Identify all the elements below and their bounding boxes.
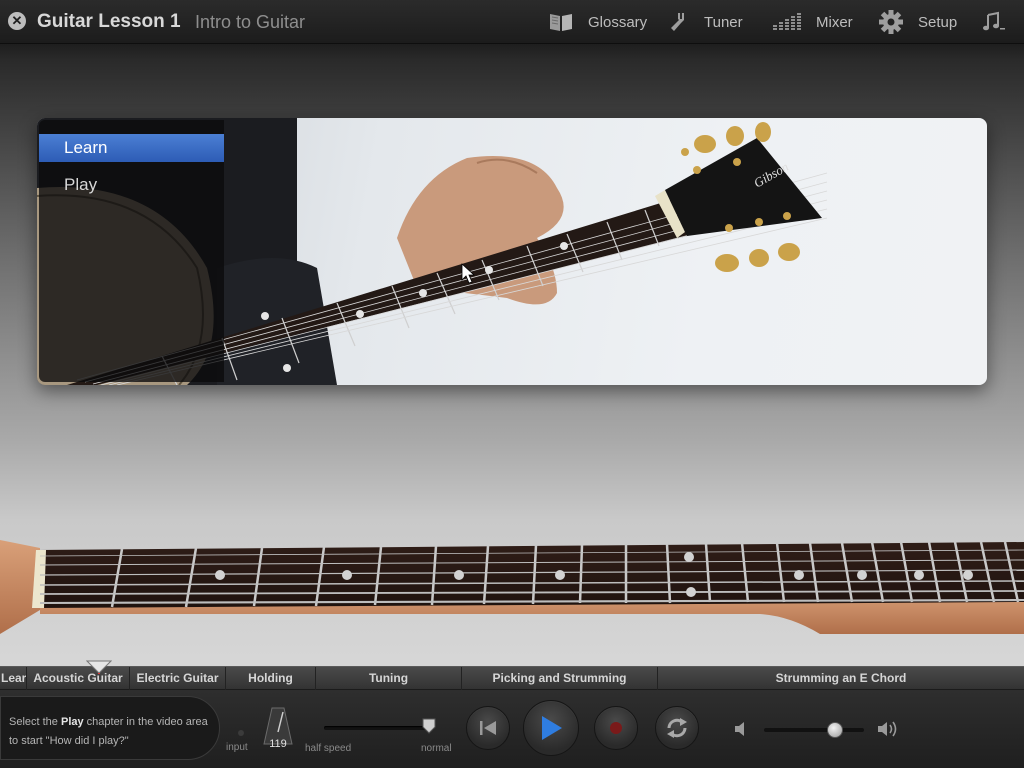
mixer-label: Mixer [816, 13, 853, 31]
tempo-value[interactable]: 119 [266, 738, 290, 750]
gear-icon [879, 10, 903, 34]
video-chapter-menu: Learn Play [39, 120, 224, 382]
menu-item-play[interactable]: Play [39, 171, 224, 199]
chapter-holding[interactable]: Holding [226, 667, 316, 691]
record-icon [610, 722, 622, 734]
tuning-fork-icon [671, 13, 684, 31]
menu-item-learn[interactable]: Learn [39, 134, 224, 162]
skip-back-icon [480, 721, 496, 735]
glossary-label: Glossary [588, 13, 648, 31]
transport-bar: Select the Play chapter in the video are… [0, 690, 1024, 768]
chapter-strumming-e-chord[interactable]: Strumming an E Chord [658, 667, 1024, 691]
virtual-fretboard[interactable] [0, 530, 1024, 640]
volume-low-icon [735, 722, 744, 736]
input-label: input [226, 742, 248, 753]
mixer-button[interactable]: Mixer [772, 8, 853, 36]
volume-slider-knob[interactable] [827, 722, 843, 738]
play-button[interactable] [523, 700, 579, 756]
loop-icon [667, 718, 687, 738]
volume-high-icon [878, 721, 897, 737]
video-area[interactable]: Gibson Learn Play [37, 118, 987, 385]
tuner-button[interactable]: Tuner [664, 8, 743, 36]
book-icon [550, 14, 572, 31]
normal-speed-label: normal [421, 743, 452, 754]
chapter-timeline[interactable]: Lear Acoustic Guitar Electric Guitar Hol… [0, 666, 1024, 691]
record-button[interactable] [594, 706, 638, 750]
fretboard-graphic [0, 540, 1024, 634]
setup-label: Setup [918, 13, 958, 31]
tuner-label: Tuner [704, 13, 743, 31]
lesson-subtitle: Intro to Guitar [195, 12, 306, 32]
setup-button[interactable]: Setup [878, 8, 957, 36]
mixer-bars-icon [773, 13, 801, 30]
loop-button[interactable] [655, 706, 699, 750]
music-note-icon [983, 11, 1005, 31]
chapter-picking-strumming[interactable]: Picking and Strumming [462, 667, 658, 691]
hint-text-pre: Select the [9, 716, 61, 728]
volume-slider-track[interactable] [764, 728, 864, 732]
playhead-marker[interactable] [86, 660, 112, 674]
half-speed-label: half speed [305, 743, 352, 754]
top-bar: ✕ Guitar Lesson 1 Intro to Guitar Glossa… [0, 0, 1024, 44]
chapter-acoustic-guitar[interactable]: Acoustic Guitar [27, 667, 130, 691]
rewind-button[interactable] [466, 706, 510, 750]
speed-slider-track[interactable] [324, 726, 434, 730]
input-led [238, 730, 244, 736]
chapter-electric-guitar[interactable]: Electric Guitar [130, 667, 226, 691]
speed-slider-knob[interactable] [422, 718, 436, 734]
chapter-tuning[interactable]: Tuning [316, 667, 462, 691]
play-hint: Select the Play chapter in the video are… [0, 696, 220, 760]
music-button[interactable] [980, 8, 1006, 36]
chapter-learn[interactable]: Lear [0, 667, 27, 691]
hint-text-bold: Play [60, 716, 84, 728]
glossary-button[interactable]: Glossary [548, 8, 647, 36]
close-icon[interactable]: ✕ [8, 12, 26, 30]
lesson-title: Guitar Lesson 1 [37, 11, 181, 32]
play-icon [542, 716, 562, 740]
